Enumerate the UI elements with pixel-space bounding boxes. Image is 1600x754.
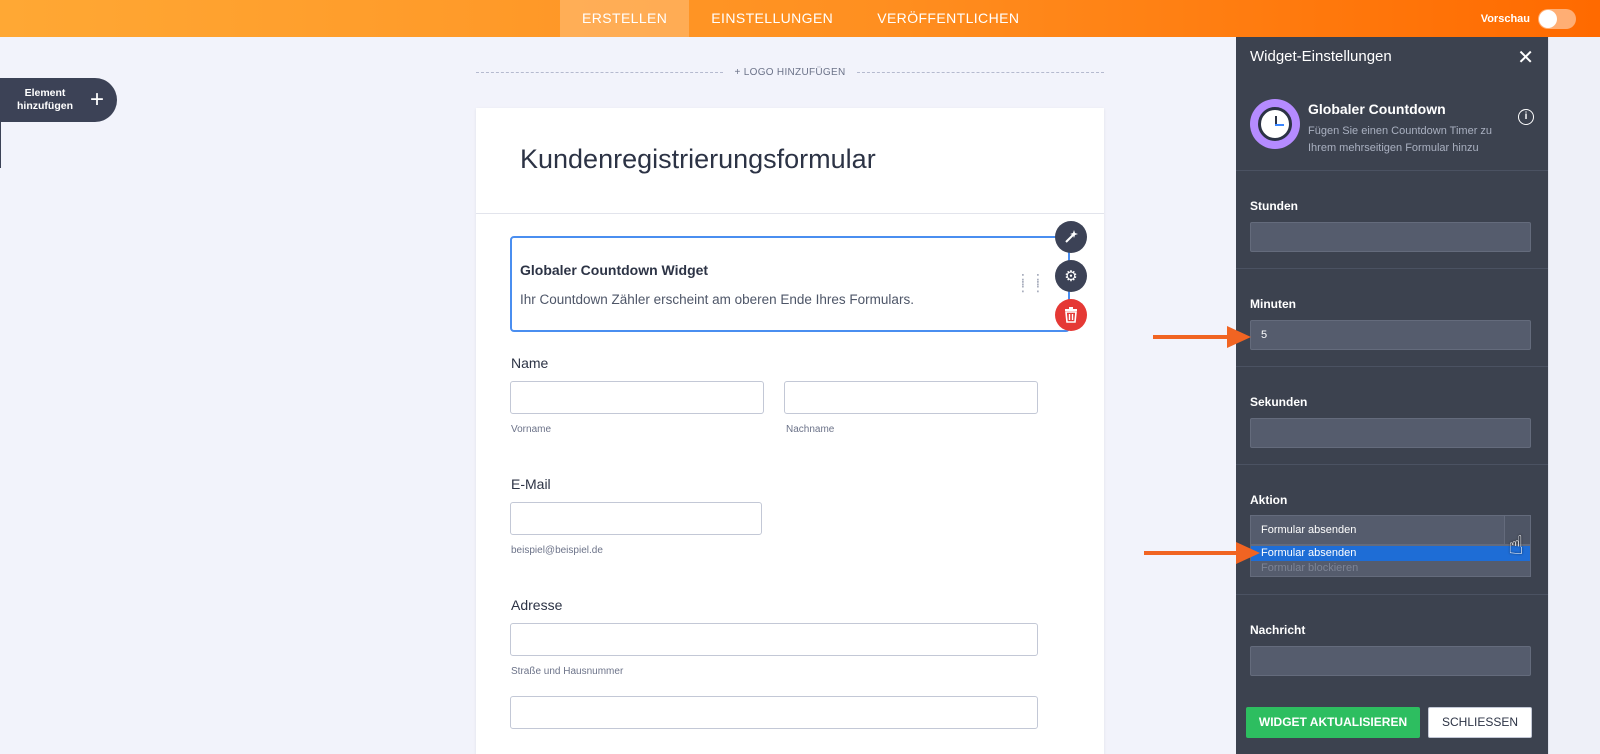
tab-erstellen[interactable]: ERSTELLEN: [560, 0, 690, 37]
panel-header: Widget-Einstellungen ✕: [1236, 37, 1548, 77]
form-card: Kundenregistrierungsformular Globaler Co…: [476, 108, 1104, 754]
widget-description: Ihr Countdown Zähler erscheint am oberen…: [520, 292, 914, 307]
preview-label: Vorschau: [1480, 13, 1530, 25]
name-label: Name: [511, 355, 549, 371]
widget-name: Globaler Countdown: [1308, 101, 1446, 117]
message-label: Nachricht: [1250, 623, 1306, 637]
action-dropdown-list: Formular absenden Formular blockieren: [1250, 545, 1531, 577]
seconds-section: Sekunden: [1236, 367, 1548, 465]
message-input[interactable]: [1250, 646, 1531, 676]
action-selected-value: Formular absenden: [1261, 524, 1357, 536]
add-element-label-line1: Element: [24, 87, 66, 99]
minutes-input[interactable]: 5: [1250, 320, 1531, 350]
street-line2-input[interactable]: [510, 696, 1038, 729]
action-section: Aktion Formular absenden Formular absend…: [1236, 465, 1548, 595]
seconds-label: Sekunden: [1250, 395, 1308, 409]
email-input[interactable]: [510, 502, 762, 535]
hours-section: Stunden: [1236, 171, 1548, 269]
tab-einstellungen[interactable]: EINSTELLUNGEN: [689, 0, 855, 37]
last-name-input[interactable]: [784, 381, 1038, 414]
hours-input[interactable]: [1250, 222, 1531, 252]
delete-field-button[interactable]: [1055, 299, 1087, 331]
field-settings-button[interactable]: ⚙: [1055, 260, 1087, 292]
panel-title: Widget-Einstellungen: [1250, 48, 1392, 65]
hand-cursor-icon: ☝: [1508, 530, 1524, 560]
address-label: Adresse: [511, 597, 563, 613]
street-input[interactable]: [510, 623, 1038, 656]
tab-veroeffentlichen[interactable]: VERÖFFENTLICHEN: [855, 0, 1041, 37]
first-name-input[interactable]: [510, 381, 764, 414]
form-header[interactable]: Kundenregistrierungsformular: [476, 108, 1104, 214]
dashed-line: [857, 71, 1105, 73]
dashed-line: [476, 71, 723, 73]
seconds-input[interactable]: [1250, 418, 1531, 448]
first-name-sublabel: Vorname: [511, 424, 552, 435]
add-logo-row[interactable]: + LOGO HINZUFÜGEN: [476, 64, 1105, 80]
action-label: Aktion: [1250, 493, 1288, 507]
add-element-label: Element hinzufügen: [6, 87, 84, 113]
close-icon[interactable]: ✕: [1517, 45, 1534, 70]
action-option-block[interactable]: Formular blockieren: [1251, 561, 1530, 576]
street-sublabel: Straße und Hausnummer: [511, 666, 624, 677]
info-icon[interactable]: i: [1518, 109, 1534, 125]
toggle-knob: [1539, 10, 1557, 28]
close-panel-button[interactable]: SCHLIESSEN: [1428, 707, 1532, 738]
widget-info-description: Fügen Sie einen Countdown Timer zu Ihrem…: [1308, 125, 1493, 154]
countdown-widget-field[interactable]: Globaler Countdown Widget Ihr Countdown …: [510, 236, 1070, 332]
widget-settings-panel: Widget-Einstellungen ✕ Globaler Countdow…: [1236, 37, 1548, 754]
builder-tabs: ERSTELLEN EINSTELLUNGEN VERÖFFENTLICHEN: [560, 0, 1041, 37]
update-widget-button[interactable]: WIDGET AKTUALISIEREN: [1246, 707, 1420, 738]
plus-icon: +: [90, 86, 105, 113]
last-name-sublabel: Nachname: [786, 424, 835, 435]
add-element-label-line2: hinzufügen: [17, 100, 73, 112]
magic-wand-icon: [1065, 230, 1078, 243]
widget-title: Globaler Countdown Widget: [520, 262, 709, 278]
add-element-button[interactable]: Element hinzufügen +: [0, 78, 117, 122]
magic-wand-button[interactable]: [1055, 221, 1087, 253]
page-scrollbar[interactable]: [1548, 37, 1600, 754]
clock-face: [1258, 107, 1292, 141]
action-option-submit[interactable]: Formular absenden: [1251, 546, 1530, 561]
annotation-arrow-minutes: [1153, 326, 1251, 348]
drag-handle-icon[interactable]: ⋮⋮ ⋮⋮: [1016, 272, 1046, 293]
message-section: Nachricht: [1236, 595, 1548, 693]
gear-icon: ⚙: [1064, 268, 1078, 285]
minutes-section: Minuten 5: [1236, 269, 1548, 367]
email-label: E-Mail: [511, 476, 551, 492]
minutes-label: Minuten: [1250, 297, 1296, 311]
top-bar: ERSTELLEN EINSTELLUNGEN VERÖFFENTLICHEN …: [0, 0, 1600, 37]
clock-hand: [1275, 124, 1284, 126]
annotation-arrow-action: [1144, 542, 1260, 564]
hours-label: Stunden: [1250, 199, 1298, 213]
widget-info: Globaler Countdown Fügen Sie einen Count…: [1236, 77, 1548, 171]
action-select[interactable]: Formular absenden: [1250, 515, 1531, 545]
left-divider: [0, 122, 1, 168]
email-sublabel: beispiel@beispiel.de: [511, 545, 603, 556]
trash-icon: [1065, 307, 1077, 323]
add-logo-link[interactable]: + LOGO HINZUFÜGEN: [723, 67, 858, 78]
preview-toggle[interactable]: [1538, 9, 1576, 29]
preview-control: Vorschau: [1481, 9, 1576, 29]
stopwatch-icon: [1250, 99, 1300, 149]
form-title[interactable]: Kundenregistrierungsformular: [520, 144, 1104, 175]
